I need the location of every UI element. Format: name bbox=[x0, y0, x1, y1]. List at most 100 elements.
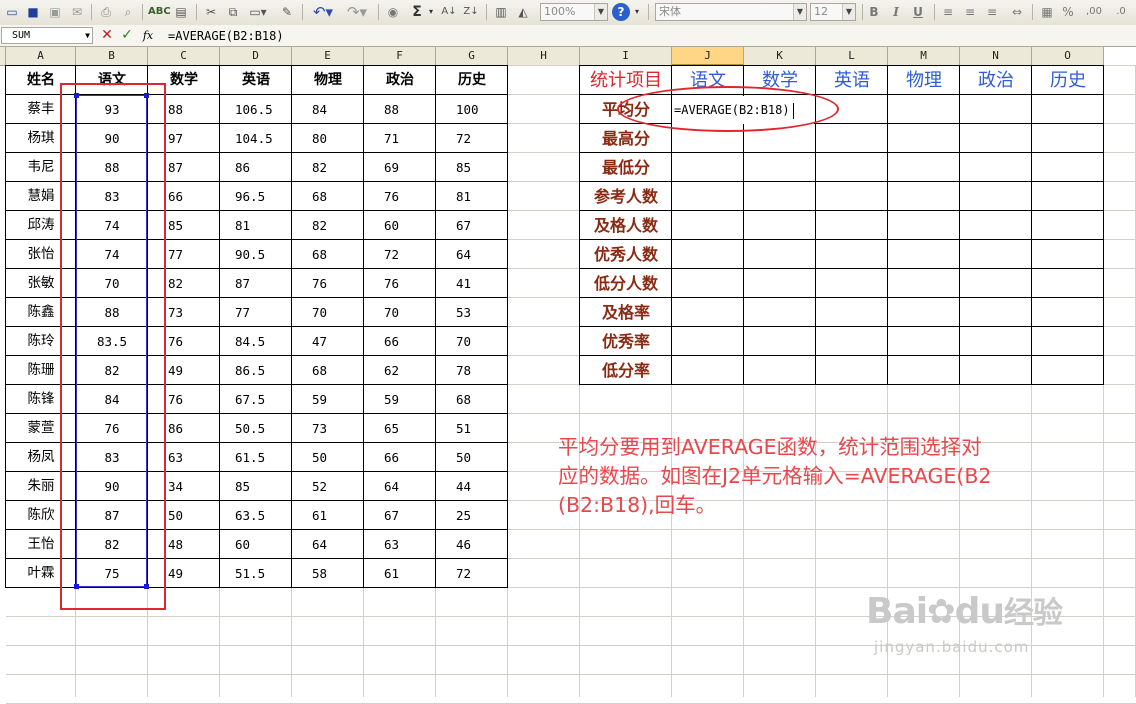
score-cell[interactable]: 51.5 bbox=[220, 559, 287, 588]
score-cell[interactable]: 106.5 bbox=[220, 95, 287, 124]
autosum-icon[interactable]: Σ bbox=[408, 3, 426, 21]
column-header-o[interactable]: O bbox=[1032, 47, 1104, 66]
name-box[interactable]: SUM ▼ bbox=[1, 27, 93, 44]
column-header-k[interactable]: K bbox=[744, 47, 816, 66]
score-cell[interactable]: 25 bbox=[436, 501, 508, 530]
formula-input[interactable]: =AVERAGE(B2:B18) bbox=[168, 28, 284, 44]
score-cell[interactable]: 68 bbox=[292, 356, 364, 385]
redo-icon[interactable]: ↷▾ bbox=[342, 3, 372, 21]
score-cell[interactable]: 61 bbox=[364, 559, 436, 588]
score-cell[interactable]: 44 bbox=[436, 472, 508, 501]
score-cell[interactable]: 84.5 bbox=[220, 327, 287, 356]
column-header-h[interactable]: H bbox=[508, 47, 580, 66]
stats-subject-header[interactable]: 政治 bbox=[960, 66, 1032, 95]
autosum-dropdown-icon[interactable]: ▾ bbox=[426, 3, 436, 21]
score-cell[interactable]: 41 bbox=[436, 269, 508, 298]
score-cell[interactable]: 59 bbox=[364, 385, 436, 414]
score-cell[interactable]: 81 bbox=[436, 182, 508, 211]
score-cell[interactable]: 88 bbox=[364, 95, 436, 124]
stats-subject-header[interactable]: 物理 bbox=[888, 66, 960, 95]
currency-icon[interactable]: ▦ bbox=[1038, 3, 1056, 21]
new-document-icon[interactable]: ▭ bbox=[3, 3, 21, 21]
stats-subject-header[interactable]: 英语 bbox=[816, 66, 888, 95]
score-cell[interactable]: 85 bbox=[220, 472, 287, 501]
help-icon[interactable]: ? bbox=[612, 3, 630, 21]
score-cell[interactable]: 76 bbox=[364, 182, 436, 211]
score-cell[interactable]: 87 bbox=[220, 269, 287, 298]
bold-button[interactable]: B bbox=[866, 3, 882, 21]
stats-item-label[interactable]: 及格率 bbox=[580, 298, 672, 327]
column-header-d[interactable]: D bbox=[220, 47, 292, 66]
drawing-icon[interactable]: ◭ bbox=[514, 3, 532, 21]
paste-icon[interactable]: ▭▾ bbox=[246, 3, 270, 21]
score-cell[interactable]: 64 bbox=[292, 530, 364, 559]
score-cell[interactable]: 46 bbox=[436, 530, 508, 559]
score-cell[interactable]: 96.5 bbox=[220, 182, 287, 211]
print-icon[interactable]: ⎙ bbox=[97, 3, 115, 21]
score-cell[interactable]: 64 bbox=[436, 240, 508, 269]
permission-icon[interactable]: ▣ bbox=[46, 3, 64, 21]
align-left-icon[interactable]: ≡ bbox=[940, 3, 956, 21]
column-header-e[interactable]: E bbox=[292, 47, 364, 66]
font-name-select[interactable]: 宋体 ▼ bbox=[655, 3, 807, 21]
score-cell[interactable]: 68 bbox=[436, 385, 508, 414]
column-header-c[interactable]: C bbox=[148, 47, 220, 66]
score-cell[interactable]: 60 bbox=[364, 211, 436, 240]
score-cell[interactable]: 67.5 bbox=[220, 385, 287, 414]
sort-ascending-icon[interactable]: A↓ bbox=[440, 3, 458, 21]
cancel-icon[interactable]: ✕ bbox=[100, 27, 114, 44]
column-header-m[interactable]: M bbox=[888, 47, 960, 66]
score-cell[interactable]: 68 bbox=[292, 182, 364, 211]
column-header-a[interactable]: A bbox=[6, 47, 76, 66]
score-cell[interactable]: 76 bbox=[364, 269, 436, 298]
align-center-icon[interactable]: ≡ bbox=[962, 3, 978, 21]
enter-icon[interactable]: ✓ bbox=[120, 27, 134, 44]
score-cell[interactable]: 65 bbox=[364, 414, 436, 443]
score-cell[interactable]: 47 bbox=[292, 327, 364, 356]
underline-button[interactable]: U bbox=[910, 3, 926, 21]
score-cell[interactable]: 67 bbox=[364, 501, 436, 530]
stats-item-label[interactable]: 优秀率 bbox=[580, 327, 672, 356]
column-header-n[interactable]: N bbox=[960, 47, 1032, 66]
stats-item-label[interactable]: 最低分 bbox=[580, 153, 672, 182]
score-cell[interactable]: 100 bbox=[436, 95, 508, 124]
score-cell[interactable]: 59 bbox=[292, 385, 364, 414]
copy-icon[interactable]: ⧉ bbox=[224, 3, 242, 21]
font-size-select[interactable]: 12 ▼ bbox=[810, 3, 856, 21]
score-cell[interactable]: 61 bbox=[292, 501, 364, 530]
stats-item-label[interactable]: 参考人数 bbox=[580, 182, 672, 211]
score-cell[interactable]: 76 bbox=[292, 269, 364, 298]
format-painter-icon[interactable]: ✎ bbox=[278, 3, 296, 21]
print-preview-icon[interactable]: ⌕ bbox=[119, 3, 137, 21]
score-cell[interactable]: 84 bbox=[292, 95, 364, 124]
score-cell[interactable]: 61.5 bbox=[220, 443, 287, 472]
undo-icon[interactable]: ↶▾ bbox=[308, 3, 338, 21]
score-cell[interactable]: 69 bbox=[364, 153, 436, 182]
score-cell[interactable]: 51 bbox=[436, 414, 508, 443]
score-cell[interactable]: 70 bbox=[292, 298, 364, 327]
score-cell[interactable]: 85 bbox=[436, 153, 508, 182]
score-cell[interactable]: 90.5 bbox=[220, 240, 287, 269]
score-cell[interactable]: 86 bbox=[220, 153, 287, 182]
help-dropdown-icon[interactable]: ▾ bbox=[632, 3, 642, 21]
score-cell[interactable]: 82 bbox=[292, 211, 364, 240]
score-cell[interactable]: 72 bbox=[436, 559, 508, 588]
score-cell[interactable]: 50 bbox=[292, 443, 364, 472]
score-cell[interactable]: 64 bbox=[364, 472, 436, 501]
table-header-cell[interactable]: 英语 bbox=[220, 66, 292, 95]
stats-item-label[interactable]: 优秀人数 bbox=[580, 240, 672, 269]
table-header-cell[interactable]: 物理 bbox=[292, 66, 364, 95]
score-cell[interactable]: 70 bbox=[364, 298, 436, 327]
score-cell[interactable]: 66 bbox=[364, 327, 436, 356]
score-cell[interactable]: 50.5 bbox=[220, 414, 287, 443]
stats-subject-header[interactable]: 历史 bbox=[1032, 66, 1104, 95]
stats-item-label[interactable]: 及格人数 bbox=[580, 211, 672, 240]
stats-item-label[interactable]: 低分人数 bbox=[580, 269, 672, 298]
column-header-l[interactable]: L bbox=[816, 47, 888, 66]
score-cell[interactable]: 63.5 bbox=[220, 501, 287, 530]
score-cell[interactable]: 71 bbox=[364, 124, 436, 153]
score-cell[interactable]: 58 bbox=[292, 559, 364, 588]
column-header-g[interactable]: G bbox=[436, 47, 508, 66]
percent-button[interactable]: % bbox=[1060, 3, 1076, 21]
score-cell[interactable]: 72 bbox=[436, 124, 508, 153]
